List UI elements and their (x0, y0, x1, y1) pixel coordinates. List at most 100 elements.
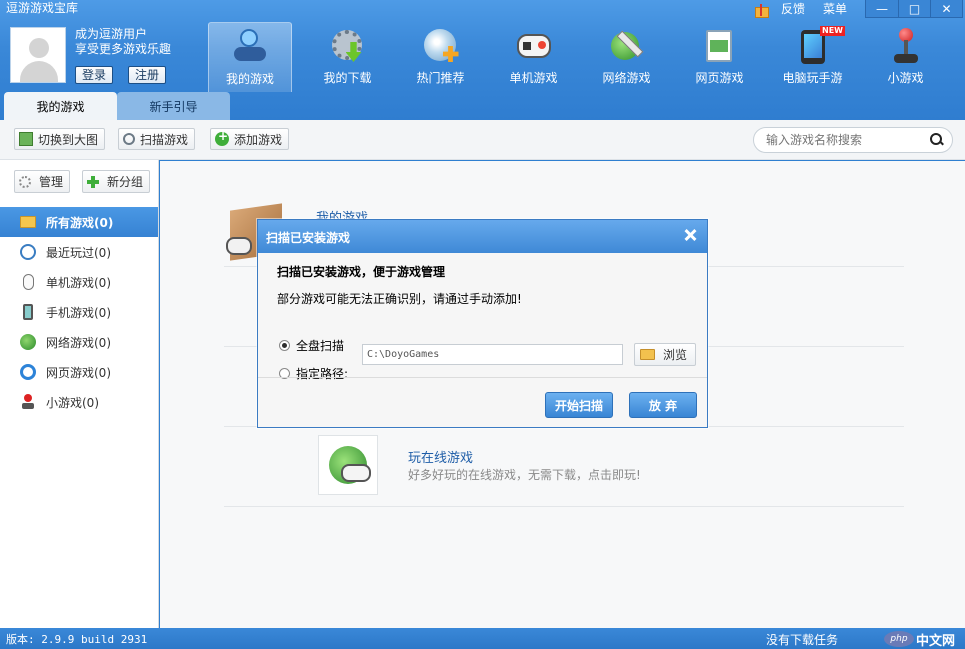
sidebar-item-label: 最近玩过(0) (46, 245, 111, 260)
joystick-icon (886, 26, 926, 66)
online-game-icon (607, 26, 647, 66)
nav-mini-games[interactable]: 小游戏 (859, 22, 952, 92)
user-promo-line1: 成为逗游用户 (75, 27, 148, 41)
search-box (753, 127, 953, 153)
sidebar-item-mini[interactable]: 小游戏(0) (0, 387, 158, 417)
sidebar-item-label: 小游戏(0) (46, 395, 99, 410)
close-window-button[interactable]: ✕ (930, 0, 962, 17)
minimize-button[interactable]: — (866, 0, 898, 17)
full-scan-label[interactable]: 全盘扫描 (296, 337, 344, 354)
dialog-note: 部分游戏可能无法正确识别，请通过手动添加! (277, 292, 522, 306)
switch-big-view-label: 切换到大图 (38, 132, 99, 147)
sidebar-item-online[interactable]: 网络游戏(0) (0, 327, 158, 357)
picture-icon (19, 132, 33, 146)
search-icon[interactable] (930, 133, 942, 145)
add-icon (215, 129, 229, 146)
nav-label: 我的游戏 (225, 72, 274, 86)
gamepad-icon (514, 26, 554, 66)
close-icon[interactable] (683, 228, 697, 242)
manage-button[interactable]: 管理 (14, 170, 71, 193)
register-button[interactable]: 注册 (128, 66, 167, 84)
web-game-icon (700, 26, 740, 66)
nav-web-games[interactable]: 网页游戏 (673, 22, 766, 92)
cancel-button[interactable]: 放 弃 (629, 392, 697, 418)
scan-games-label: 扫描游戏 (140, 132, 189, 147)
nav-label: 电脑玩手游 (782, 71, 843, 85)
browse-button[interactable]: 浏览 (634, 343, 696, 366)
start-scan-button[interactable]: 开始扫描 (545, 392, 613, 418)
dialog-separator (258, 377, 707, 378)
dialog-title: 扫描已安装游戏 (266, 231, 351, 245)
sidebar: 管理 新分组 所有游戏(0) 最近玩过(0) 单机游戏(0) 手机游戏(0) 网… (0, 160, 159, 628)
online-games-description: 好多好玩的在线游戏，无需下载，点击即玩! (408, 468, 641, 482)
online-games-icon[interactable] (318, 435, 378, 495)
nav-my-games[interactable]: 我的游戏 (208, 22, 292, 92)
folder-icon (640, 349, 655, 360)
download-status[interactable]: 没有下载任务 (766, 631, 838, 648)
dialog-heading: 扫描已安装游戏，便于游戏管理 (277, 265, 446, 279)
plus-icon (87, 175, 99, 188)
watermark-logo: php (884, 631, 914, 647)
toolbar: 切换到大图 扫描游戏 添加游戏 (0, 120, 965, 160)
add-game-label: 添加游戏 (234, 132, 283, 147)
version-text: 版本: 2.9.9 build 2931 (6, 633, 148, 646)
globe-icon (20, 334, 36, 350)
nav-phone-games[interactable]: NEW 电脑玩手游 (766, 22, 859, 92)
nav-my-downloads[interactable]: 我的下载 (301, 22, 394, 92)
user-promo: 成为逗游用户 享受更多游戏乐趣 (75, 27, 171, 57)
switch-big-view-button[interactable]: 切换到大图 (14, 128, 106, 150)
new-badge: NEW (820, 26, 845, 36)
add-game-button[interactable]: 添加游戏 (210, 128, 290, 150)
sidebar-item-single[interactable]: 单机游戏(0) (0, 267, 158, 297)
sidebar-item-all-games[interactable]: 所有游戏(0) (0, 207, 158, 237)
nav-label: 单机游戏 (509, 71, 558, 85)
nav-online-games[interactable]: 网络游戏 (580, 22, 673, 92)
ie-icon (20, 364, 36, 380)
sidebar-item-label: 网络游戏(0) (46, 335, 111, 350)
scan-games-button[interactable]: 扫描游戏 (118, 128, 196, 150)
nav-label: 热门推荐 (416, 71, 465, 85)
path-input[interactable]: C:\DoyoGames (362, 344, 623, 365)
online-games-link[interactable]: 玩在线游戏 (408, 447, 473, 466)
nav-label: 网络游戏 (602, 71, 651, 85)
magnifier-icon (123, 133, 135, 145)
new-group-label: 新分组 (107, 175, 144, 189)
full-scan-radio[interactable] (279, 340, 290, 351)
maximize-button[interactable]: □ (898, 0, 930, 17)
status-bar: 版本: 2.9.9 build 2931 没有下载任务 php 中文网 (0, 628, 965, 649)
dialog-title-bar: 扫描已安装游戏 (258, 220, 707, 253)
search-input[interactable] (766, 132, 926, 148)
nav-label: 小游戏 (887, 71, 924, 85)
title-bar-controls: 反馈 菜单 — □ ✕ (753, 0, 965, 18)
download-icon (328, 26, 368, 66)
sidebar-tools: 管理 新分组 (0, 160, 158, 204)
login-button[interactable]: 登录 (75, 66, 114, 84)
watermark-text: 中文网 (916, 634, 956, 649)
sidebar-item-mobile[interactable]: 手机游戏(0) (0, 297, 158, 327)
sidebar-item-label: 所有游戏(0) (46, 215, 114, 230)
custom-path-label[interactable]: 指定路径: (296, 365, 348, 382)
new-group-button[interactable]: 新分组 (82, 170, 151, 193)
scan-dialog: 扫描已安装游戏 扫描已安装游戏，便于游戏管理 部分游戏可能无法正确识别，请通过手… (257, 219, 708, 428)
watermark: php 中文网 (884, 629, 964, 649)
sidebar-item-web[interactable]: 网页游戏(0) (0, 357, 158, 387)
gift-icon[interactable] (753, 2, 769, 18)
feedback-link[interactable]: 反馈 (781, 2, 805, 16)
hot-recommend-icon (421, 26, 461, 66)
avatar-head-icon (29, 38, 49, 58)
my-games-icon (230, 27, 270, 67)
user-promo-line2: 享受更多游戏乐趣 (75, 42, 172, 56)
main-nav: 我的游戏 我的下载 热门推荐 单机游戏 网络游戏 网页游戏 NEW 电脑玩手游 (208, 22, 952, 92)
nav-single-games[interactable]: 单机游戏 (487, 22, 580, 92)
app-header: 逗游游戏宝库 反馈 菜单 — □ ✕ 成为逗游用户 享受更多游戏乐趣 登录 注册… (0, 0, 965, 120)
tab-my-games[interactable]: 我的游戏 (4, 92, 117, 120)
avatar[interactable] (10, 27, 66, 83)
tab-beginner-guide[interactable]: 新手引导 (117, 92, 230, 120)
avatar-body-icon (20, 61, 58, 82)
tab-bar: 我的游戏 新手引导 (4, 92, 230, 120)
joystick-icon (20, 394, 36, 410)
mobile-icon (23, 304, 33, 320)
sidebar-item-recent[interactable]: 最近玩过(0) (0, 237, 158, 267)
nav-hot-recommend[interactable]: 热门推荐 (394, 22, 487, 92)
menu-link[interactable]: 菜单 (823, 2, 847, 16)
